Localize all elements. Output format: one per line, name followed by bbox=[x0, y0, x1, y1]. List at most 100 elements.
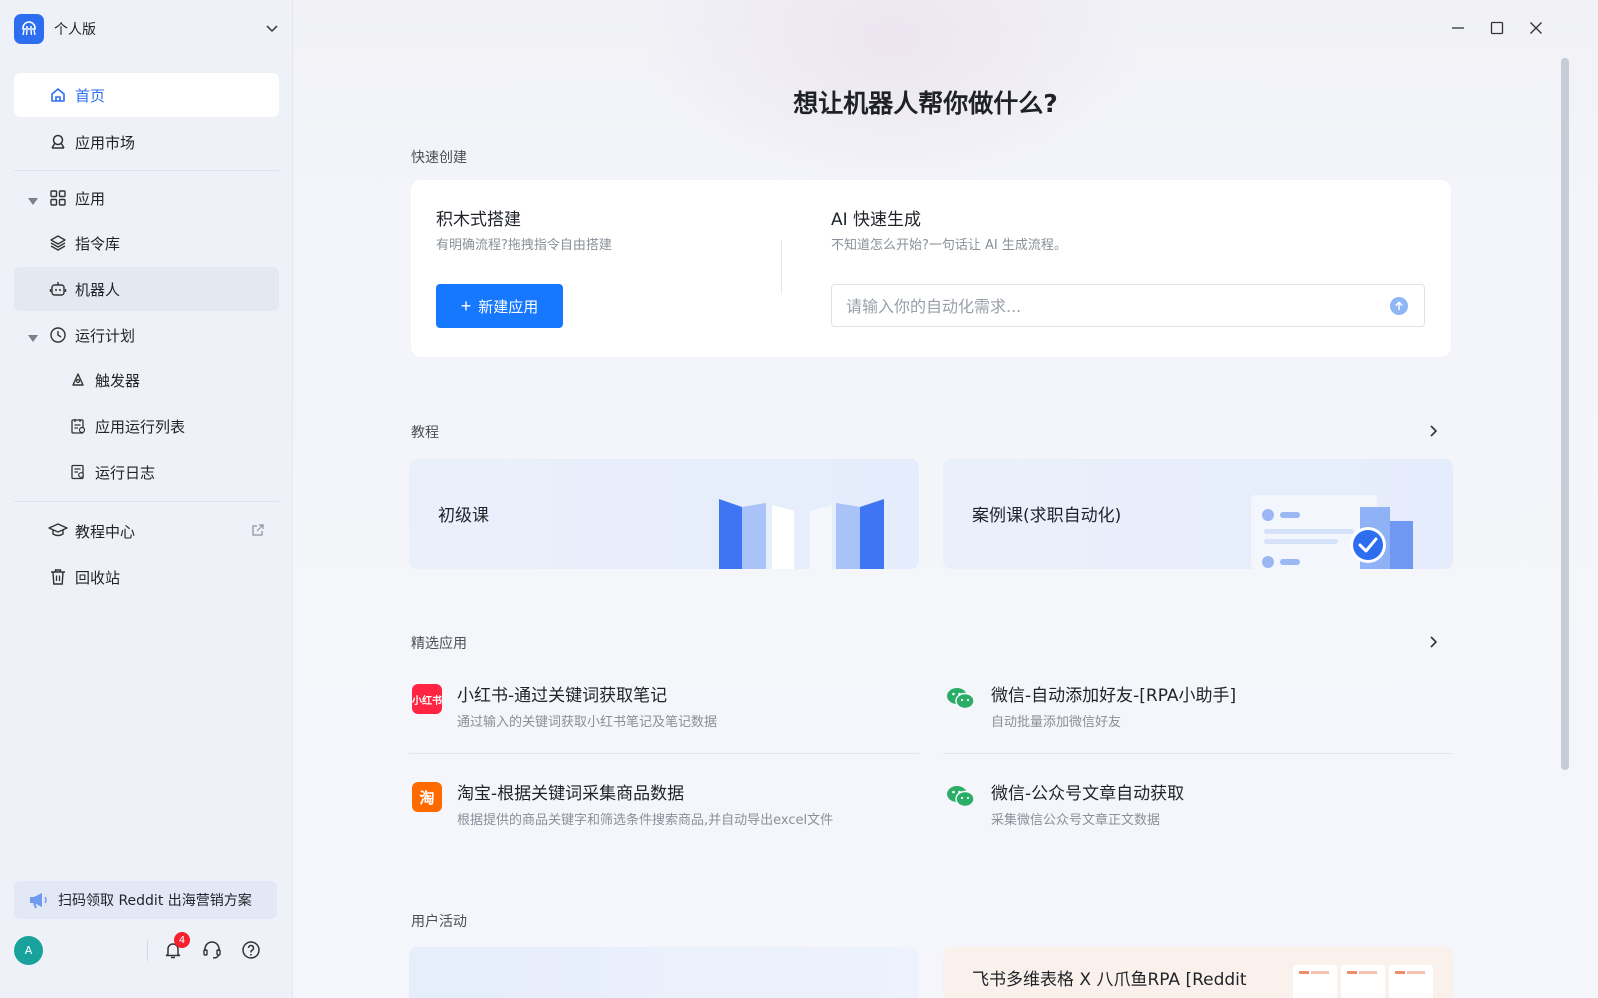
calendar-list-icon bbox=[68, 416, 88, 436]
workspace-name: 个人版 bbox=[54, 22, 96, 38]
sidebar-item-robots[interactable]: 机器人 bbox=[14, 267, 279, 311]
layers-icon bbox=[48, 233, 68, 253]
app-desc: 通过输入的关键词获取小红书笔记及笔记数据 bbox=[457, 715, 718, 730]
promo-text: 扫码领取 Reddit 出海营销方案 bbox=[58, 893, 252, 909]
app-logo-icon bbox=[14, 14, 44, 44]
store-icon bbox=[48, 132, 68, 152]
help-icon[interactable] bbox=[240, 939, 262, 961]
activity-card-title: 飞书多维表格 X 八爪鱼RPA [Reddit bbox=[972, 970, 1247, 990]
sidebar-item-label: 回收站 bbox=[75, 568, 121, 587]
sidebar-item-label: 机器人 bbox=[75, 280, 121, 299]
featured-app-taobao[interactable]: 淘 淘宝-根据关键词采集商品数据 根据提供的商品关键字和筛选条件搜索商品,并自动… bbox=[409, 771, 919, 869]
section-label-tutorials: 教程 bbox=[411, 425, 439, 441]
ai-generate-title: AI 快速生成 bbox=[831, 210, 922, 230]
sidebar-item-label: 指令库 bbox=[75, 234, 121, 253]
section-label-quick-create: 快速创建 bbox=[411, 150, 467, 166]
sidebar-item-market[interactable]: 应用市场 bbox=[14, 120, 279, 164]
nav-divider bbox=[14, 170, 279, 171]
sidebar-item-apps[interactable]: 应用 bbox=[14, 176, 279, 220]
featured-app-wechat-articles[interactable]: 微信-公众号文章自动获取 采集微信公众号文章正文数据 bbox=[943, 771, 1453, 869]
app-title: 淘宝-根据关键词采集商品数据 bbox=[457, 784, 685, 804]
external-link-icon[interactable] bbox=[251, 523, 265, 537]
tutorial-card-case[interactable]: 案例课(求职自动化) bbox=[943, 459, 1453, 569]
sidebar-item-recycle[interactable]: 回收站 bbox=[14, 555, 279, 599]
app-title: 微信-自动添加好友-[RPA小助手] bbox=[991, 686, 1237, 706]
promo-banner[interactable]: 扫码领取 Reddit 出海营销方案 bbox=[14, 881, 277, 919]
sidebar: 个人版 首页 应用市场 应用 指令库 机器人 运行计划 触发器 应用运行列表 运… bbox=[0, 0, 293, 998]
block-build-title: 积木式搭建 bbox=[436, 210, 521, 230]
sidebar-item-home[interactable]: 首页 bbox=[14, 73, 279, 117]
taobao-icon: 淘 bbox=[412, 782, 442, 812]
new-app-button-label: 新建应用 bbox=[478, 298, 539, 316]
tutorial-card-title: 案例课(求职自动化) bbox=[972, 506, 1122, 526]
trash-icon bbox=[48, 567, 68, 587]
robot-icon bbox=[48, 279, 68, 299]
new-app-button[interactable]: + 新建应用 bbox=[436, 284, 563, 328]
section-label-activities: 用户活动 bbox=[411, 914, 467, 930]
card-divider bbox=[781, 240, 782, 294]
avatar[interactable]: A bbox=[14, 936, 43, 965]
sidebar-item-tutorials[interactable]: 教程中心 bbox=[14, 509, 279, 553]
chevron-right-icon[interactable] bbox=[1429, 423, 1443, 437]
sidebar-item-commands[interactable]: 指令库 bbox=[14, 221, 279, 265]
checklist-illustration-icon bbox=[1251, 495, 1413, 569]
sidebar-item-label: 首页 bbox=[75, 86, 106, 105]
trigger-icon bbox=[68, 370, 88, 390]
caret-down-icon[interactable] bbox=[28, 329, 38, 342]
featured-app-xiaohongshu[interactable]: 小红书 小红书-通过关键词获取笔记 通过输入的关键词获取小红书笔记及笔记数据 bbox=[409, 673, 919, 771]
ai-generate-desc: 不知道怎么开始?一句话让 AI 生成流程。 bbox=[831, 238, 1067, 253]
maximize-icon[interactable] bbox=[1487, 18, 1507, 38]
chevron-down-icon[interactable] bbox=[264, 21, 280, 37]
sidebar-footer: A 4 bbox=[14, 932, 279, 966]
sidebar-item-label: 应用运行列表 bbox=[95, 417, 186, 436]
caret-down-icon[interactable] bbox=[28, 192, 38, 205]
sidebar-item-schedule[interactable]: 运行计划 bbox=[14, 313, 279, 357]
sidebar-item-label: 运行日志 bbox=[95, 463, 156, 482]
notification-badge: 4 bbox=[174, 932, 190, 948]
main-content: 想让机器人帮你做什么? 快速创建 积木式搭建 有明确流程?拖拽指令自由搭建 + … bbox=[293, 0, 1598, 998]
app-desc: 采集微信公众号文章正文数据 bbox=[991, 813, 1161, 828]
xiaohongshu-icon: 小红书 bbox=[412, 684, 442, 714]
home-icon bbox=[48, 85, 68, 105]
clock-icon bbox=[48, 325, 68, 345]
wechat-icon bbox=[946, 782, 976, 812]
chevron-right-icon[interactable] bbox=[1429, 634, 1443, 648]
grid-icon bbox=[48, 188, 68, 208]
book-illustration-icon bbox=[719, 499, 884, 569]
app-title: 微信-公众号文章自动获取 bbox=[991, 784, 1185, 804]
wechat-icon bbox=[946, 684, 976, 714]
activity-card[interactable] bbox=[409, 947, 919, 998]
plus-icon: + bbox=[460, 296, 472, 316]
sidebar-item-run-logs[interactable]: 运行日志 bbox=[14, 450, 279, 494]
activity-card[interactable]: 飞书多维表格 X 八爪鱼RPA [Reddit bbox=[943, 947, 1453, 998]
ai-prompt-field bbox=[831, 284, 1425, 328]
featured-app-wechat-add-friends[interactable]: 微信-自动添加好友-[RPA小助手] 自动批量添加微信好友 bbox=[943, 673, 1453, 771]
scrollbar[interactable] bbox=[1561, 58, 1569, 770]
sidebar-item-label: 运行计划 bbox=[75, 326, 136, 345]
app-title: 小红书-通过关键词获取笔记 bbox=[457, 686, 668, 706]
workspace-switcher[interactable]: 个人版 bbox=[14, 12, 280, 46]
list-divider bbox=[943, 753, 1453, 754]
quick-create-card: 积木式搭建 有明确流程?拖拽指令自由搭建 + 新建应用 AI 快速生成 不知道怎… bbox=[411, 180, 1451, 357]
log-icon bbox=[68, 462, 88, 482]
sidebar-item-label: 应用 bbox=[75, 189, 106, 208]
send-arrow-icon[interactable] bbox=[1390, 297, 1408, 315]
close-icon[interactable] bbox=[1526, 18, 1546, 38]
tutorial-card-beginner[interactable]: 初级课 bbox=[409, 459, 919, 569]
footer-divider bbox=[147, 941, 148, 961]
sidebar-item-run-list[interactable]: 应用运行列表 bbox=[14, 404, 279, 448]
sidebar-item-triggers[interactable]: 触发器 bbox=[14, 358, 279, 402]
nav-divider bbox=[14, 501, 279, 502]
minimize-icon[interactable] bbox=[1448, 18, 1468, 38]
ai-prompt-input[interactable] bbox=[844, 285, 1388, 328]
sidebar-item-label: 应用市场 bbox=[75, 133, 136, 152]
section-label-featured: 精选应用 bbox=[411, 636, 467, 652]
sidebar-item-label: 教程中心 bbox=[75, 522, 136, 541]
graduation-cap-icon bbox=[48, 521, 68, 541]
app-desc: 自动批量添加微信好友 bbox=[991, 715, 1122, 730]
tutorial-card-title: 初级课 bbox=[438, 506, 489, 526]
page-title: 想让机器人帮你做什么? bbox=[793, 89, 1058, 118]
headset-icon[interactable] bbox=[201, 939, 223, 961]
block-build-desc: 有明确流程?拖拽指令自由搭建 bbox=[436, 238, 612, 253]
list-divider bbox=[409, 753, 919, 754]
